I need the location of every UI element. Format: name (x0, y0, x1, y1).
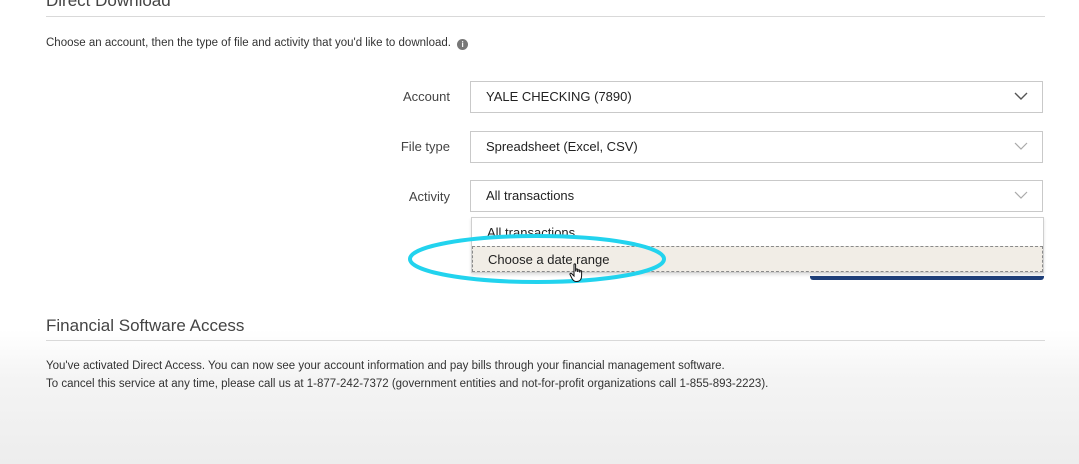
direct-download-intro: Choose an account, then the type of file… (46, 37, 469, 50)
info-icon[interactable]: i (457, 39, 469, 50)
hand-pointer-cursor-icon (569, 263, 583, 282)
section-divider (46, 16, 1045, 17)
intro-text: Choose an account, then the type of file… (46, 37, 451, 49)
activity-dropdown-menu: All transactions Choose a date range (471, 217, 1044, 273)
direct-access-activated-text: You've activated Direct Access. You can … (46, 360, 725, 372)
chevron-down-icon (1014, 191, 1028, 199)
download-button[interactable] (810, 276, 1044, 280)
financial-software-title: Financial Software Access (46, 316, 245, 335)
activity-label: Activity (408, 189, 450, 204)
file-type-select[interactable]: Spreadsheet (Excel, CSV) (470, 131, 1043, 163)
activity-select[interactable]: All transactions (470, 180, 1043, 212)
file-type-label: File type (400, 139, 450, 154)
chevron-down-icon (1014, 142, 1028, 150)
activity-select-value: All transactions (486, 188, 575, 203)
chevron-down-icon (1014, 92, 1028, 100)
account-select[interactable]: YALE CHECKING (7890) (470, 81, 1043, 113)
account-select-value: YALE CHECKING (7890) (486, 89, 632, 104)
option-choose-date-range[interactable]: Choose a date range (472, 246, 1043, 272)
section-divider (46, 340, 1045, 341)
cancel-service-text: To cancel this service at any time, plea… (46, 378, 769, 390)
option-all-transactions[interactable]: All transactions (472, 220, 1043, 246)
file-type-select-value: Spreadsheet (Excel, CSV) (486, 139, 638, 154)
account-label: Account (403, 89, 450, 104)
direct-download-title: Direct Download (46, 0, 171, 10)
